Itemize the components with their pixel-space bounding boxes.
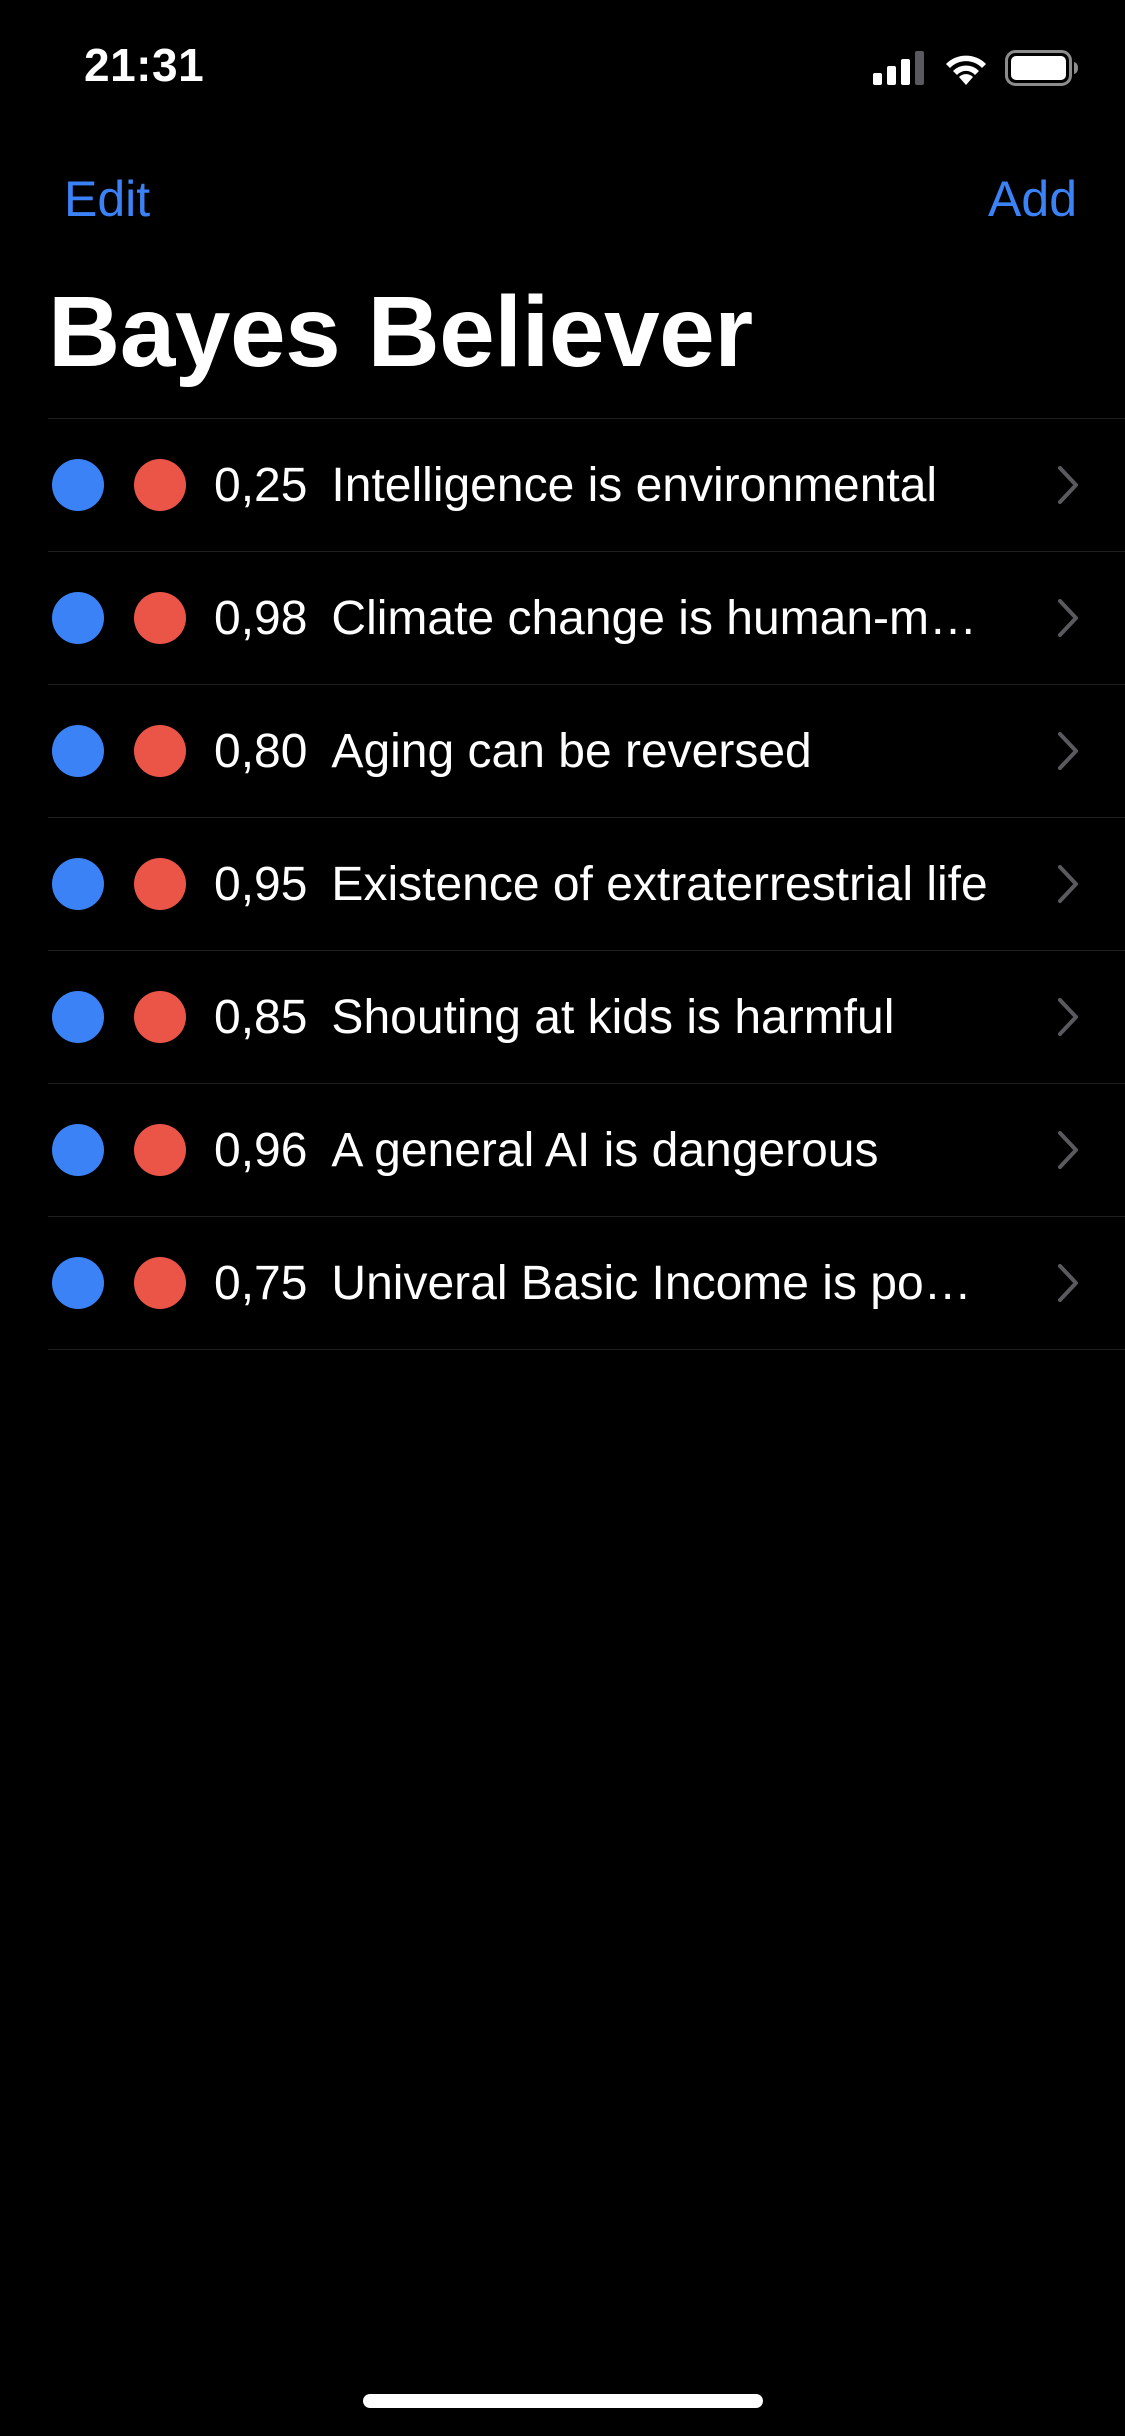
wifi-icon	[946, 55, 986, 85]
blue-dot-icon	[52, 725, 104, 777]
belief-probability: 0,75	[214, 1256, 308, 1310]
navigation-bar: Edit Add	[0, 160, 1125, 240]
belief-text: Shouting at kids is harmful	[331, 990, 895, 1044]
red-dot-icon	[134, 725, 186, 777]
edit-button[interactable]: Edit	[64, 170, 150, 228]
chevron-right-icon	[1058, 998, 1078, 1036]
belief-probability: 0,98	[214, 591, 308, 645]
belief-probability: 0,96	[214, 1123, 308, 1177]
belief-probability: 0,80	[214, 724, 308, 778]
beliefs-list: 0,25 Intelligence is environmental 0,98 …	[0, 418, 1125, 1350]
red-dot-icon	[134, 592, 186, 644]
chevron-right-icon	[1058, 865, 1078, 903]
add-button[interactable]: Add	[988, 170, 1077, 228]
blue-dot-icon	[52, 991, 104, 1043]
belief-row[interactable]: 0,98 Climate change is human-made	[48, 551, 1125, 684]
belief-text: Existence of extraterrestrial life	[331, 857, 988, 911]
belief-text: Aging can be reversed	[331, 724, 812, 778]
belief-row[interactable]: 0,96 A general AI is dangerous	[48, 1083, 1125, 1216]
status-icons	[873, 50, 1079, 86]
battery-icon	[1005, 50, 1078, 86]
status-time: 21:31	[84, 39, 205, 91]
belief-probability: 0,95	[214, 857, 308, 911]
belief-text: Intelligence is environmental	[331, 458, 938, 512]
chevron-right-icon	[1058, 1264, 1078, 1302]
belief-row[interactable]: 0,80 Aging can be reversed	[48, 684, 1125, 817]
blue-dot-icon	[52, 459, 104, 511]
red-dot-icon	[134, 991, 186, 1043]
red-dot-icon	[134, 459, 186, 511]
belief-probability: 0,85	[214, 990, 308, 1044]
chevron-right-icon	[1058, 599, 1078, 637]
red-dot-icon	[134, 1257, 186, 1309]
blue-dot-icon	[52, 1257, 104, 1309]
belief-row[interactable]: 0,85 Shouting at kids is harmful	[48, 950, 1125, 1083]
red-dot-icon	[134, 858, 186, 910]
status-bar: 21:31	[0, 0, 1125, 140]
belief-row[interactable]: 0,25 Intelligence is environmental	[48, 418, 1125, 551]
blue-dot-icon	[52, 1124, 104, 1176]
cellular-signal-icon	[873, 51, 924, 85]
belief-text: A general AI is dangerous	[331, 1123, 879, 1177]
belief-row[interactable]: 0,95 Existence of extraterrestrial life	[48, 817, 1125, 950]
chevron-right-icon	[1058, 1131, 1078, 1169]
page-title: Bayes Believer	[48, 276, 753, 388]
belief-text: Climate change is human-made	[331, 591, 992, 645]
chevron-right-icon	[1058, 466, 1078, 504]
belief-row[interactable]: 0,75 Univeral Basic Income is possible	[48, 1216, 1125, 1350]
blue-dot-icon	[52, 592, 104, 644]
belief-text: Univeral Basic Income is possible	[331, 1256, 992, 1310]
home-indicator[interactable]	[363, 2394, 763, 2408]
blue-dot-icon	[52, 858, 104, 910]
red-dot-icon	[134, 1124, 186, 1176]
belief-probability: 0,25	[214, 458, 308, 512]
chevron-right-icon	[1058, 732, 1078, 770]
